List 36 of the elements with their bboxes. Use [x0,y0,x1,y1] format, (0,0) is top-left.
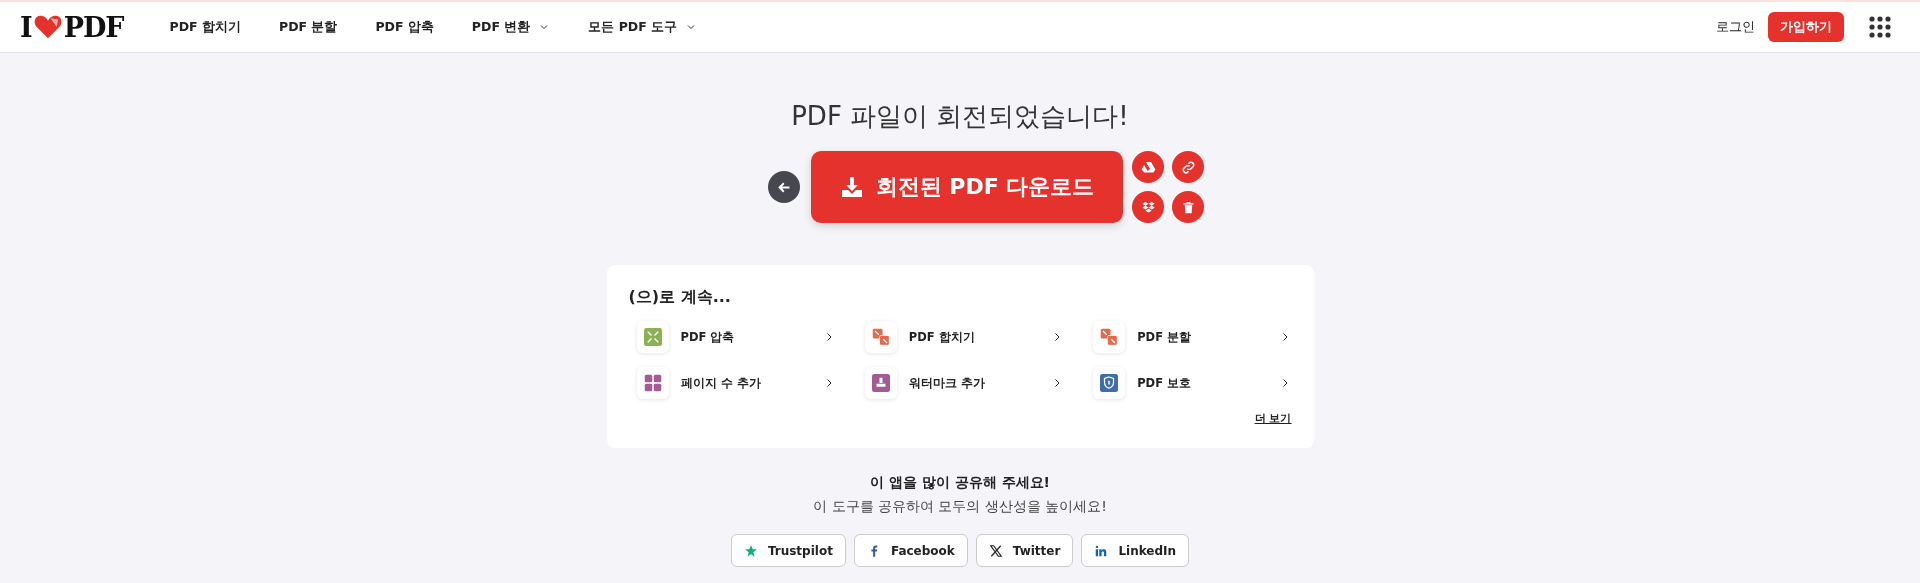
nav-link[interactable]: PDF 압축 [375,18,434,36]
x-logo-icon [988,543,1003,558]
share-button[interactable]: LinkedIn [1081,534,1190,567]
tool-link[interactable]: PDF 분할 [1085,321,1292,353]
tool-link[interactable]: PDF 압축 [628,321,835,353]
login-link[interactable]: 로그인 [1716,18,1755,36]
nav-link[interactable]: PDF 분할 [278,18,338,36]
trash-button[interactable] [1172,191,1204,223]
card-heading: (으)로 계속... [628,287,732,308]
nav-link[interactable]: PDF 변환 [471,18,551,36]
dropbox-icon [1140,199,1156,215]
nav-link[interactable]: 모든 PDF 도구 [588,18,698,36]
download-button[interactable]: 회전된 PDF 다운로드 [811,151,1123,223]
share-button[interactable]: Facebook [853,534,968,567]
link-button[interactable] [1172,151,1204,183]
star-icon [743,543,758,558]
download-icon [839,175,864,199]
logo-text: I [20,11,32,43]
dropbox-button[interactable] [1132,191,1164,223]
tool-link[interactable]: PDF 합치기 [856,321,1064,353]
share-button[interactable]: Trustpilot [730,534,846,567]
share-heading: 이 앱을 많이 공유해 주세요! [870,474,1050,492]
link-icon [1180,159,1196,175]
share-button[interactable]: Twitter [975,534,1074,567]
linkedin-icon [1094,543,1109,558]
tool-link[interactable]: 워터마크 추가 [856,367,1064,399]
share-subtitle: 이 도구를 공유하여 모두의 생산성을 높이세요! [813,498,1107,516]
more-link[interactable]: 더 보기 [1254,411,1292,426]
back-button[interactable] [768,171,800,203]
signup-button[interactable]: 가입하기 [1768,12,1844,42]
tool-link[interactable]: 페이지 수 추가 [628,367,835,399]
logo-text: PDF [63,11,124,43]
apps-grid-icon[interactable] [1868,15,1892,39]
nav-link[interactable]: PDF 합치기 [169,18,241,36]
page-title: PDF 파일이 회전되었습니다! [791,100,1129,133]
tool-link[interactable]: PDF 보호 [1085,367,1292,399]
